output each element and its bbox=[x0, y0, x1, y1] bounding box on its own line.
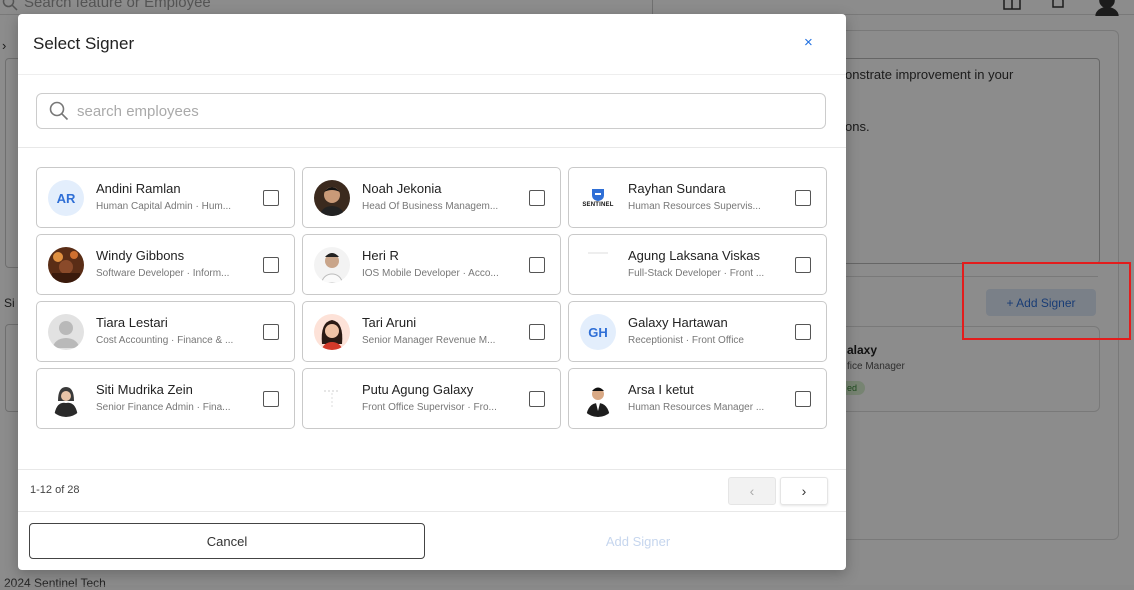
search-icon bbox=[49, 101, 69, 121]
select-checkbox[interactable] bbox=[263, 391, 279, 407]
employee-role: Senior Finance Admin · Fina... bbox=[96, 402, 231, 413]
avatar bbox=[314, 180, 350, 216]
prev-page-button[interactable]: ‹ bbox=[728, 477, 776, 505]
employee-name: Galaxy Hartawan bbox=[628, 315, 728, 330]
employee-name: Tari Aruni bbox=[362, 315, 417, 330]
employee-name: Putu Agung Galaxy bbox=[362, 382, 474, 397]
employee-name: Windy Gibbons bbox=[96, 248, 185, 263]
avatar: GH bbox=[580, 314, 616, 350]
employee-card[interactable]: Siti Mudrika Zein Senior Finance Admin ·… bbox=[36, 368, 295, 429]
dialog-header: Select Signer × bbox=[18, 14, 846, 75]
dialog-title: Select Signer bbox=[33, 34, 135, 53]
avatar bbox=[48, 381, 84, 417]
employee-name: Rayhan Sundara bbox=[628, 181, 726, 196]
next-page-button[interactable]: › bbox=[780, 477, 828, 505]
employee-card[interactable]: AR Andini Ramlan Human Capital Admin · H… bbox=[36, 167, 295, 228]
employee-card[interactable]: Putu Agung Galaxy Front Office Superviso… bbox=[302, 368, 561, 429]
employee-name: Tiara Lestari bbox=[96, 315, 168, 330]
divider bbox=[18, 511, 846, 512]
divider bbox=[18, 469, 846, 470]
employee-role: Full-Stack Developer · Front ... bbox=[628, 268, 765, 279]
employee-role: Human Capital Admin · Hum... bbox=[96, 201, 232, 212]
sentinel-logo-icon: SENTINEL bbox=[580, 180, 616, 216]
employee-role: Senior Manager Revenue M... bbox=[362, 335, 496, 346]
avatar bbox=[580, 381, 616, 417]
pagination-range: 1-12 of 28 bbox=[30, 484, 80, 496]
employee-search[interactable] bbox=[36, 93, 826, 129]
employee-card[interactable]: GH Galaxy Hartawan Receptionist · Front … bbox=[568, 301, 827, 362]
logo-text: SENTINEL bbox=[582, 202, 614, 208]
employee-card[interactable]: Tiara Lestari Cost Accounting · Finance … bbox=[36, 301, 295, 362]
select-checkbox[interactable] bbox=[529, 190, 545, 206]
employee-name: Noah Jekonia bbox=[362, 181, 442, 196]
search-input[interactable] bbox=[75, 101, 779, 121]
avatar bbox=[314, 381, 350, 417]
avatar bbox=[314, 247, 350, 283]
select-checkbox[interactable] bbox=[263, 324, 279, 340]
select-signer-dialog: Select Signer × AR Andini Ramlan Human C… bbox=[18, 14, 846, 570]
employee-card[interactable]: Heri R IOS Mobile Developer · Acco... bbox=[302, 234, 561, 295]
select-checkbox[interactable] bbox=[529, 257, 545, 273]
avatar bbox=[48, 247, 84, 283]
select-checkbox[interactable] bbox=[529, 391, 545, 407]
employee-name: Siti Mudrika Zein bbox=[96, 382, 193, 397]
divider bbox=[18, 147, 846, 148]
employee-card[interactable]: Windy Gibbons Software Developer · Infor… bbox=[36, 234, 295, 295]
select-checkbox[interactable] bbox=[263, 190, 279, 206]
select-checkbox[interactable] bbox=[795, 391, 811, 407]
employee-name: Agung Laksana Viskas bbox=[628, 248, 761, 263]
employee-name: Heri R bbox=[362, 248, 399, 263]
employee-card[interactable]: Agung Laksana Viskas Full-Stack Develope… bbox=[568, 234, 827, 295]
employee-card[interactable]: Arsa I ketut Human Resources Manager ... bbox=[568, 368, 827, 429]
highlight-box bbox=[962, 262, 1131, 340]
person-placeholder-icon bbox=[48, 314, 84, 350]
employee-name: Arsa I ketut bbox=[628, 382, 694, 397]
employee-card[interactable]: Noah Jekonia Head Of Business Managem... bbox=[302, 167, 561, 228]
employee-role: Front Office Supervisor · Fro... bbox=[362, 402, 497, 413]
employee-card[interactable]: Tari Aruni Senior Manager Revenue M... bbox=[302, 301, 561, 362]
employee-role: Human Resources Supervis... bbox=[628, 201, 761, 212]
employee-card[interactable]: SENTINEL Rayhan Sundara Human Resources … bbox=[568, 167, 827, 228]
avatar bbox=[314, 314, 350, 350]
select-checkbox[interactable] bbox=[795, 190, 811, 206]
employee-role: Head Of Business Managem... bbox=[362, 201, 499, 212]
employee-name: Andini Ramlan bbox=[96, 181, 181, 196]
select-checkbox[interactable] bbox=[263, 257, 279, 273]
employee-role: Cost Accounting · Finance & ... bbox=[96, 335, 234, 346]
select-checkbox[interactable] bbox=[795, 257, 811, 273]
employee-role: Human Resources Manager ... bbox=[628, 402, 765, 413]
cancel-button[interactable]: Cancel bbox=[29, 523, 425, 559]
employee-role: Software Developer · Inform... bbox=[96, 268, 230, 279]
avatar bbox=[580, 247, 616, 283]
add-signer-confirm-button[interactable]: Add Signer bbox=[440, 523, 836, 559]
avatar: AR bbox=[48, 180, 84, 216]
employee-role: IOS Mobile Developer · Acco... bbox=[362, 268, 499, 279]
select-checkbox[interactable] bbox=[529, 324, 545, 340]
close-icon[interactable]: × bbox=[804, 34, 813, 51]
select-checkbox[interactable] bbox=[795, 324, 811, 340]
employee-role: Receptionist · Front Office bbox=[628, 335, 744, 346]
